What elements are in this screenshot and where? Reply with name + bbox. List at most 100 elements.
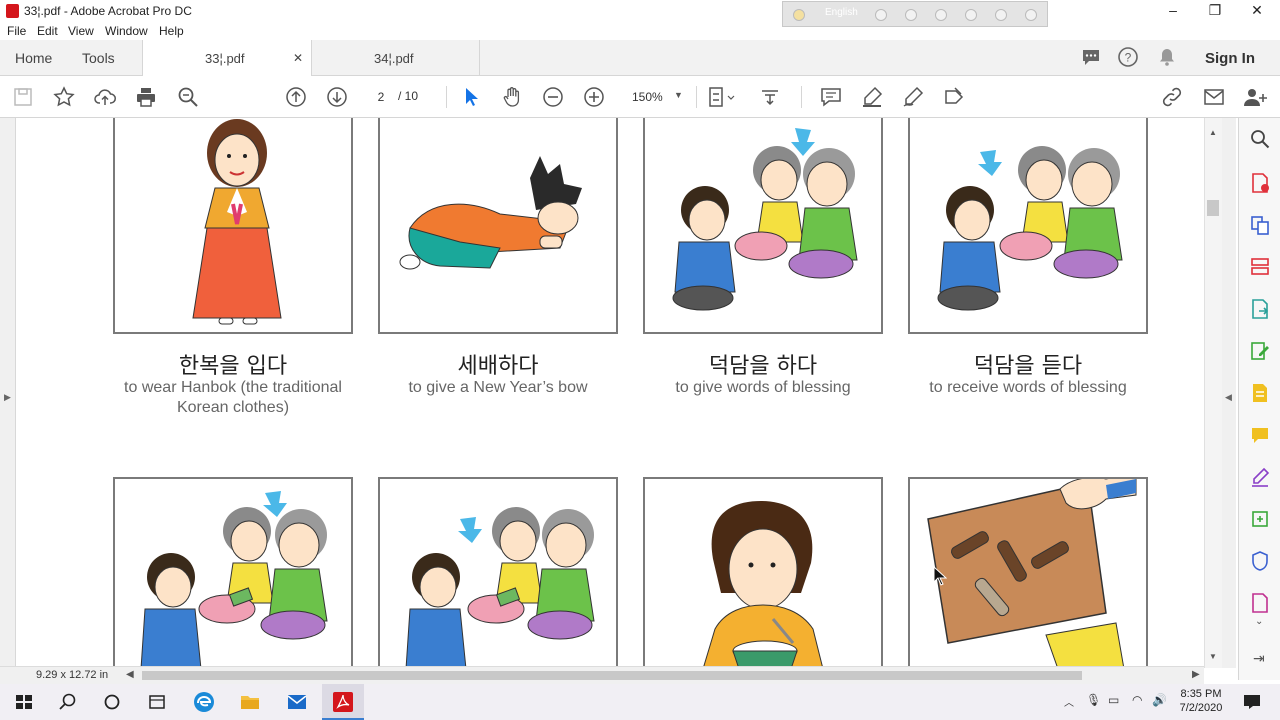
close-window-button[interactable]: ✕ bbox=[1234, 0, 1280, 22]
right-pane-toggle[interactable]: ◀ bbox=[1222, 118, 1236, 668]
previous-page-icon[interactable] bbox=[284, 85, 308, 109]
tab-document-33[interactable]: 33¦.pdf ✕ bbox=[142, 40, 312, 77]
bowing-man-illustration bbox=[399, 156, 582, 270]
protect-shield-icon[interactable] bbox=[1248, 550, 1272, 574]
add-user-icon[interactable] bbox=[1242, 85, 1267, 109]
file-explorer-icon[interactable] bbox=[238, 690, 262, 714]
window-title: 33¦.pdf - Adobe Acrobat Pro DC bbox=[24, 4, 192, 18]
windows-start-icon[interactable] bbox=[12, 690, 36, 714]
card-english-label: to give words of blessing bbox=[675, 379, 851, 396]
hanbok-woman-illustration bbox=[192, 119, 282, 325]
ime-info-icon[interactable] bbox=[1025, 9, 1037, 21]
vertical-scroll-thumb[interactable] bbox=[1207, 200, 1219, 216]
expand-left-pane-icon[interactable]: ▶ bbox=[4, 392, 11, 403]
show-hidden-icons-chevron[interactable]: ︿ bbox=[1064, 694, 1074, 709]
left-panel-collapsed[interactable]: ▶ bbox=[0, 118, 16, 668]
mail-icon[interactable] bbox=[285, 690, 309, 714]
document-viewer[interactable]: 한복을 입다 to wear Hanbok (the traditional K… bbox=[16, 118, 1204, 666]
microphone-icon[interactable]: 🎙 bbox=[1086, 693, 1101, 707]
tab-document-34[interactable]: 34¦.pdf bbox=[312, 40, 480, 76]
ime-gear-icon[interactable] bbox=[935, 9, 947, 21]
select-cursor-icon[interactable] bbox=[459, 85, 483, 109]
hand-tool-icon[interactable] bbox=[500, 85, 524, 109]
cloud-upload-icon[interactable] bbox=[93, 85, 117, 109]
scroll-right-arrow-icon[interactable]: ▶ bbox=[1192, 669, 1200, 680]
zoom-in-icon[interactable] bbox=[582, 85, 606, 109]
ime-edge-icon[interactable] bbox=[965, 9, 977, 21]
receiving-new-year-money-illustration bbox=[140, 491, 328, 666]
zoom-level-select[interactable]: 150% ▼ bbox=[624, 86, 686, 108]
edge-browser-icon[interactable] bbox=[192, 690, 216, 714]
acrobat-taskbar-button[interactable] bbox=[322, 684, 364, 720]
ime-help-icon[interactable] bbox=[995, 9, 1007, 21]
stamp-icon[interactable] bbox=[942, 85, 966, 109]
export-file-icon[interactable] bbox=[1248, 382, 1272, 406]
menu-view[interactable]: View bbox=[68, 24, 94, 38]
scroll-down-arrow-icon[interactable]: ▼ bbox=[1209, 652, 1217, 661]
collapse-tools-pane-icon[interactable]: ⇥ bbox=[1253, 650, 1265, 667]
collapse-right-pane-icon[interactable]: ◀ bbox=[1225, 392, 1232, 403]
ime-tool-icon[interactable] bbox=[905, 9, 917, 21]
tab-document-34-label: 34¦.pdf bbox=[374, 51, 414, 66]
taskbar-clock[interactable]: 8:35 PM 7/2/2020 bbox=[1176, 687, 1226, 715]
bookmark-star-icon[interactable] bbox=[52, 85, 76, 109]
comment-tool-icon[interactable] bbox=[1248, 424, 1272, 448]
sign-in-link[interactable]: Sign In bbox=[1205, 50, 1255, 67]
network-wifi-icon[interactable]: ◠ bbox=[1132, 693, 1142, 707]
notification-bell-icon[interactable] bbox=[1155, 46, 1179, 70]
scroll-mode-icon[interactable] bbox=[758, 85, 782, 109]
highlight-pen-icon[interactable] bbox=[860, 85, 884, 109]
share-link-icon[interactable] bbox=[1160, 85, 1184, 109]
task-view-icon[interactable] bbox=[145, 690, 169, 714]
print-production-icon[interactable] bbox=[1248, 508, 1272, 532]
tools-scroll-chevron-down-icon[interactable]: ⌄ bbox=[1255, 616, 1263, 627]
search-icon[interactable] bbox=[56, 690, 80, 714]
organize-pages-icon[interactable] bbox=[1248, 256, 1272, 280]
combine-files-icon[interactable] bbox=[1248, 214, 1272, 238]
toolbar-divider bbox=[801, 86, 802, 108]
acrobat-icon bbox=[333, 692, 353, 712]
menu-bar: File Edit View Window Help bbox=[0, 22, 1280, 40]
search-icon[interactable] bbox=[1248, 128, 1272, 152]
scroll-up-arrow-icon[interactable]: ▲ bbox=[1209, 128, 1217, 137]
add-comment-icon[interactable] bbox=[819, 85, 843, 109]
menu-help[interactable]: Help bbox=[159, 24, 184, 38]
edit-pdf-icon[interactable] bbox=[1248, 340, 1272, 364]
battery-icon[interactable]: ▭ bbox=[1108, 693, 1119, 707]
search-zoom-icon[interactable] bbox=[176, 85, 200, 109]
page-fit-icon[interactable] bbox=[706, 85, 735, 109]
tab-home[interactable]: Home bbox=[15, 50, 52, 66]
print-icon[interactable] bbox=[134, 85, 158, 109]
action-center-icon[interactable] bbox=[1240, 690, 1264, 714]
acrobat-app-icon bbox=[6, 4, 19, 18]
zoom-out-icon[interactable] bbox=[541, 85, 565, 109]
volume-speaker-icon[interactable]: 🔊 bbox=[1152, 693, 1167, 707]
draw-sign-icon[interactable] bbox=[901, 85, 925, 109]
more-tools-icon[interactable] bbox=[1248, 592, 1272, 616]
menu-file[interactable]: File bbox=[7, 24, 26, 38]
comment-bubble-icon[interactable] bbox=[1079, 46, 1103, 70]
horizontal-scroll-thumb[interactable] bbox=[142, 671, 1082, 680]
ime-keyboard-icon[interactable] bbox=[875, 9, 887, 21]
maximize-button[interactable]: ❐ bbox=[1192, 0, 1238, 22]
menu-window[interactable]: Window bbox=[105, 24, 148, 38]
menu-edit[interactable]: Edit bbox=[37, 24, 58, 38]
next-page-icon[interactable] bbox=[325, 85, 349, 109]
email-icon[interactable] bbox=[1202, 85, 1226, 109]
vertical-scrollbar[interactable]: ▲ ▼ bbox=[1204, 118, 1222, 668]
create-pdf-icon[interactable] bbox=[1248, 172, 1272, 196]
minimize-button[interactable]: – bbox=[1150, 0, 1196, 22]
tab-document-33-label: 33¦.pdf bbox=[205, 51, 245, 66]
help-icon[interactable]: ? bbox=[1116, 46, 1140, 70]
scroll-left-arrow-icon[interactable]: ◀ bbox=[126, 669, 134, 680]
page-number-input[interactable] bbox=[366, 86, 396, 108]
zoom-level-value: 150% bbox=[632, 90, 663, 104]
cortana-icon[interactable] bbox=[100, 690, 124, 714]
export-pdf-icon[interactable] bbox=[1248, 298, 1272, 322]
page-size-label: 9.29 x 12.72 in bbox=[36, 669, 109, 681]
fill-sign-icon[interactable] bbox=[1248, 466, 1272, 490]
tab-tools[interactable]: Tools bbox=[82, 50, 115, 66]
tab-close-icon[interactable]: ✕ bbox=[293, 51, 303, 65]
save-icon[interactable] bbox=[11, 85, 35, 109]
grandparents-blessing-receive-illustration bbox=[937, 146, 1123, 311]
